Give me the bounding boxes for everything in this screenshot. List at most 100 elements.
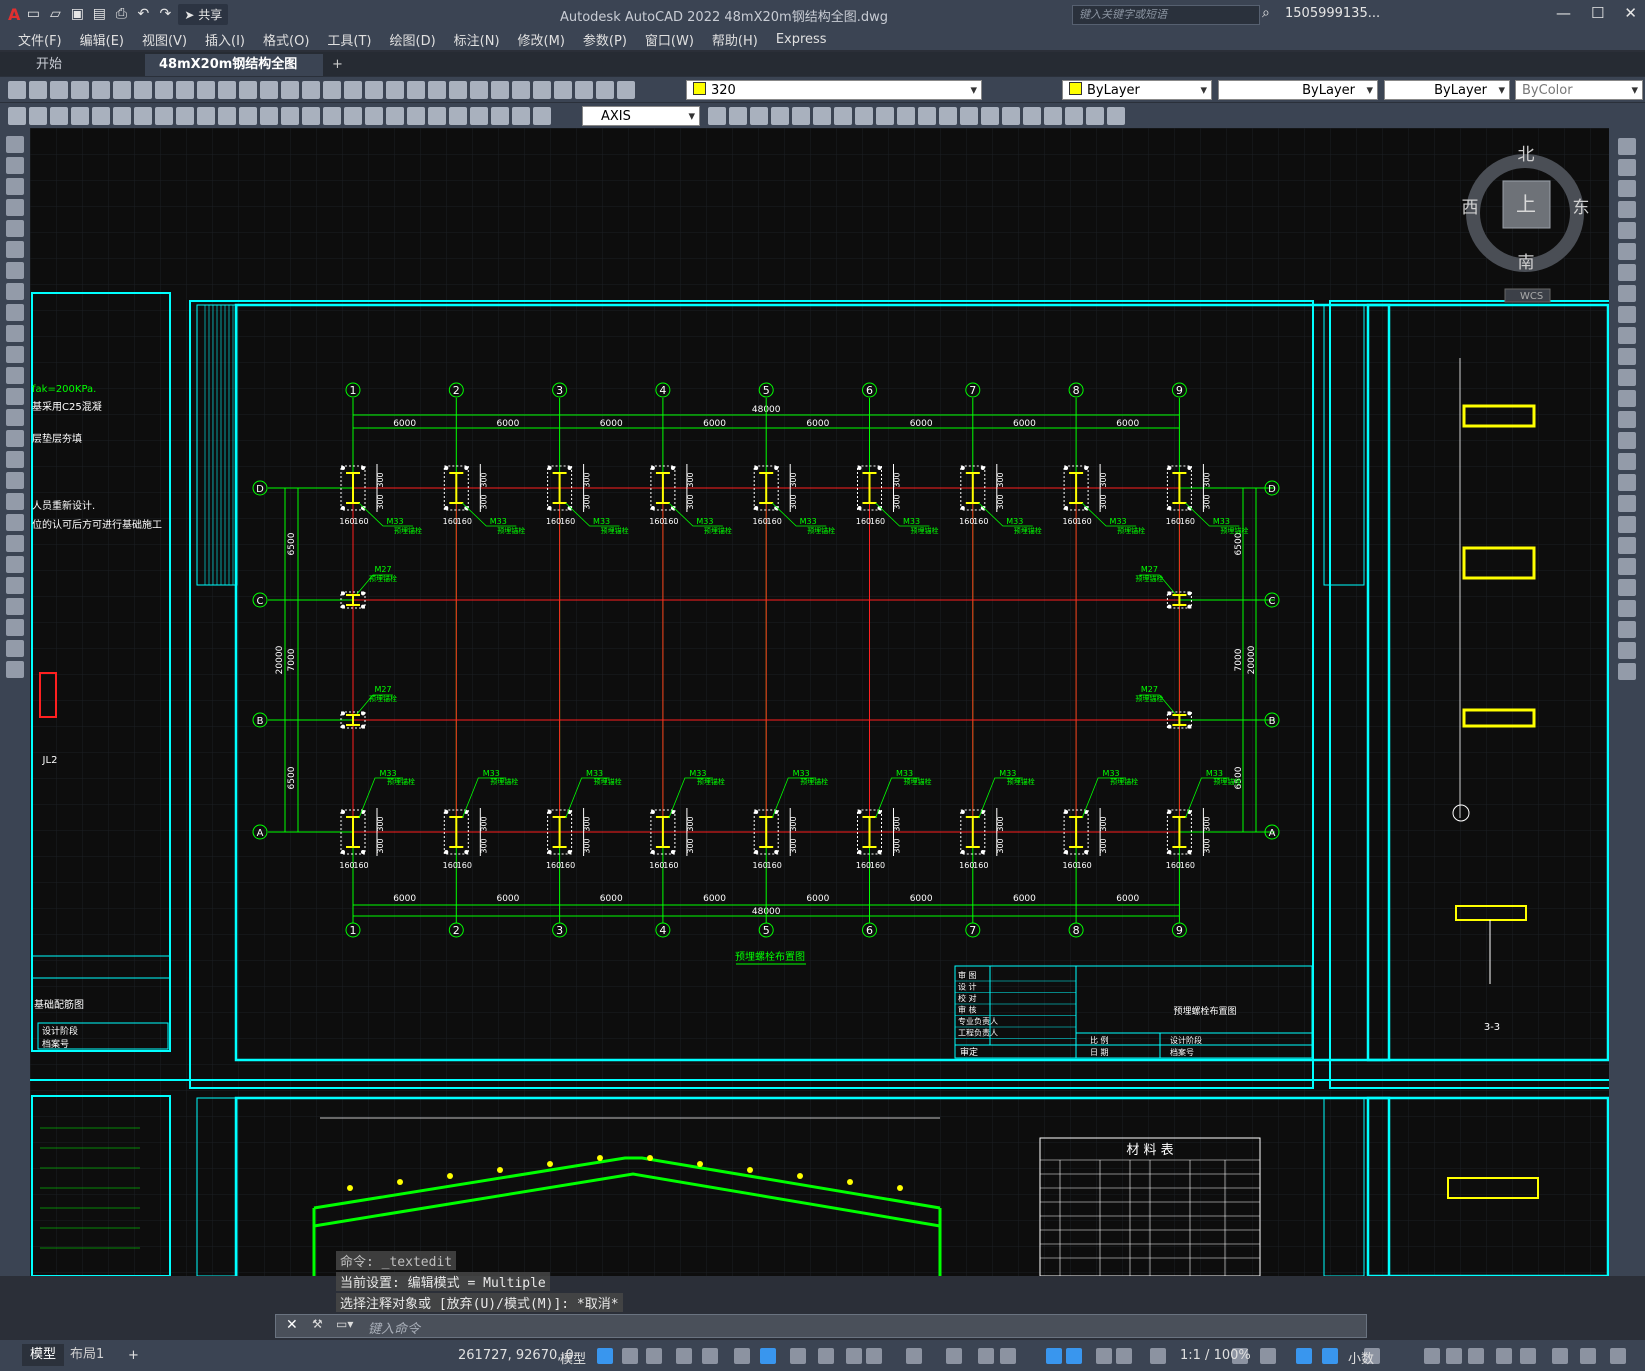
- modify-tool-icon[interactable]: [1618, 474, 1636, 491]
- draw-tool-icon[interactable]: [6, 640, 24, 657]
- draw-tool-icon[interactable]: [6, 535, 24, 552]
- plotstyle-dropdown[interactable]: ByColor: [1515, 80, 1643, 101]
- dimstyle-dropdown[interactable]: AXIS: [582, 106, 700, 127]
- standard-tool-icon[interactable]: [176, 81, 194, 99]
- draw-tool-icon[interactable]: [6, 346, 24, 363]
- draw-tool-icon[interactable]: [6, 451, 24, 468]
- dim-tool-icon[interactable]: [260, 107, 278, 125]
- status-toggle-icon[interactable]: [597, 1348, 613, 1364]
- standard-tool-icon[interactable]: [71, 81, 89, 99]
- modify-tool-icon[interactable]: [855, 107, 873, 125]
- standard-tool-icon[interactable]: [50, 81, 68, 99]
- maximize-icon[interactable]: ☐: [1591, 4, 1604, 22]
- user-account[interactable]: 1505999135...: [1285, 6, 1380, 21]
- dim-tool-icon[interactable]: [134, 107, 152, 125]
- menu-item-7[interactable]: 标注(N): [454, 30, 500, 49]
- standard-tool-icon[interactable]: [218, 81, 236, 99]
- dim-tool-icon[interactable]: [71, 107, 89, 125]
- draw-tool-icon[interactable]: [6, 283, 24, 300]
- standard-tool-icon[interactable]: [260, 81, 278, 99]
- dim-tool-icon[interactable]: [113, 107, 131, 125]
- status-toggle-icon[interactable]: [734, 1348, 750, 1364]
- modify-tool-icon[interactable]: [1618, 348, 1636, 365]
- status-toggle-icon[interactable]: [760, 1348, 776, 1364]
- menu-item-0[interactable]: 文件(F): [18, 30, 62, 49]
- dim-tool-icon[interactable]: [197, 107, 215, 125]
- standard-tool-icon[interactable]: [533, 81, 551, 99]
- modify-tool-icon[interactable]: [1065, 107, 1083, 125]
- status-toggle-icon[interactable]: [790, 1348, 806, 1364]
- dim-tool-icon[interactable]: [533, 107, 551, 125]
- status-toggle-icon[interactable]: [1552, 1348, 1568, 1364]
- menu-item-1[interactable]: 编辑(E): [80, 30, 124, 49]
- standard-tool-icon[interactable]: [92, 81, 110, 99]
- menu-item-2[interactable]: 视图(V): [142, 30, 187, 49]
- standard-tool-icon[interactable]: [281, 81, 299, 99]
- dim-tool-icon[interactable]: [92, 107, 110, 125]
- annotation-scale[interactable]: 1:1 / 100%: [1180, 1348, 1251, 1363]
- modify-tool-icon[interactable]: [1618, 285, 1636, 302]
- draw-tool-icon[interactable]: [6, 136, 24, 153]
- modify-tool-icon[interactable]: [1618, 558, 1636, 575]
- modify-tool-icon[interactable]: [1618, 600, 1636, 617]
- modify-tool-icon[interactable]: [1086, 107, 1104, 125]
- modify-tool-icon[interactable]: [813, 107, 831, 125]
- standard-tool-icon[interactable]: [386, 81, 404, 99]
- draw-tool-icon[interactable]: [6, 178, 24, 195]
- command-line[interactable]: ✕ ⚒ ▭▾ 键入命令: [275, 1314, 1367, 1338]
- standard-tool-icon[interactable]: [344, 81, 362, 99]
- layer-dropdown[interactable]: 320: [686, 80, 982, 101]
- model-space-button[interactable]: 模型: [560, 1348, 586, 1367]
- command-close-icon[interactable]: ✕: [286, 1317, 298, 1333]
- viewcube-north[interactable]: 北: [1518, 145, 1535, 165]
- search-icon[interactable]: ⌕: [1262, 5, 1270, 21]
- model-tab[interactable]: 模型: [22, 1344, 65, 1366]
- menu-item-11[interactable]: 帮助(H): [712, 30, 758, 49]
- modify-tool-icon[interactable]: [1618, 243, 1636, 260]
- status-toggle-icon[interactable]: [1468, 1348, 1484, 1364]
- dim-tool-icon[interactable]: [428, 107, 446, 125]
- color-dropdown[interactable]: ByLayer: [1062, 80, 1212, 101]
- lineweight-dropdown[interactable]: ByLayer: [1384, 80, 1510, 101]
- linetype-dropdown[interactable]: ByLayer: [1218, 80, 1378, 101]
- menu-item-9[interactable]: 参数(P): [583, 30, 627, 49]
- modify-tool-icon[interactable]: [1618, 264, 1636, 281]
- modify-tool-icon[interactable]: [750, 107, 768, 125]
- layout-tab[interactable]: 布局1: [70, 1344, 104, 1366]
- status-toggle-icon[interactable]: [676, 1348, 692, 1364]
- modify-tool-icon[interactable]: [1618, 138, 1636, 155]
- modify-tool-icon[interactable]: [1618, 516, 1636, 533]
- modify-tool-icon[interactable]: [708, 107, 726, 125]
- menu-item-4[interactable]: 格式(O): [263, 30, 309, 49]
- menu-item-12[interactable]: Express: [776, 32, 827, 47]
- modify-tool-icon[interactable]: [1618, 222, 1636, 239]
- dim-tool-icon[interactable]: [281, 107, 299, 125]
- plot-icon[interactable]: ⎙: [112, 5, 130, 23]
- status-toggle-icon[interactable]: [1150, 1348, 1166, 1364]
- draw-tool-icon[interactable]: [6, 556, 24, 573]
- open-file-icon[interactable]: ▱: [46, 5, 64, 23]
- modify-tool-icon[interactable]: [1618, 159, 1636, 176]
- dim-tool-icon[interactable]: [470, 107, 488, 125]
- draw-tool-icon[interactable]: [6, 304, 24, 321]
- menu-item-3[interactable]: 插入(I): [205, 30, 245, 49]
- status-toggle-icon[interactable]: [1066, 1348, 1082, 1364]
- draw-tool-icon[interactable]: [6, 598, 24, 615]
- drawing-canvas[interactable]: fak=200KPa. 基采用C25混凝 层垫层夯填 人员重新设计. 位的认可后方可进行…: [30, 128, 1609, 1276]
- status-toggle-icon[interactable]: [1580, 1348, 1596, 1364]
- modify-tool-icon[interactable]: [1618, 642, 1636, 659]
- draw-tool-icon[interactable]: [6, 199, 24, 216]
- status-toggle-icon[interactable]: [946, 1348, 962, 1364]
- dim-tool-icon[interactable]: [407, 107, 425, 125]
- dim-tool-icon[interactable]: [344, 107, 362, 125]
- save-as-icon[interactable]: ▤: [90, 5, 108, 23]
- cad-drawing[interactable]: fak=200KPa. 基采用C25混凝层垫层夯填人员重新设计. 位的认可后方可进行…: [30, 128, 1609, 1276]
- standard-tool-icon[interactable]: [155, 81, 173, 99]
- draw-tool-icon[interactable]: [6, 514, 24, 531]
- viewcube-east[interactable]: 东: [1573, 198, 1590, 218]
- dim-tool-icon[interactable]: [512, 107, 530, 125]
- modify-tool-icon[interactable]: [939, 107, 957, 125]
- menu-item-6[interactable]: 绘图(D): [390, 30, 436, 49]
- units-display[interactable]: 小数: [1348, 1348, 1374, 1367]
- standard-tool-icon[interactable]: [407, 81, 425, 99]
